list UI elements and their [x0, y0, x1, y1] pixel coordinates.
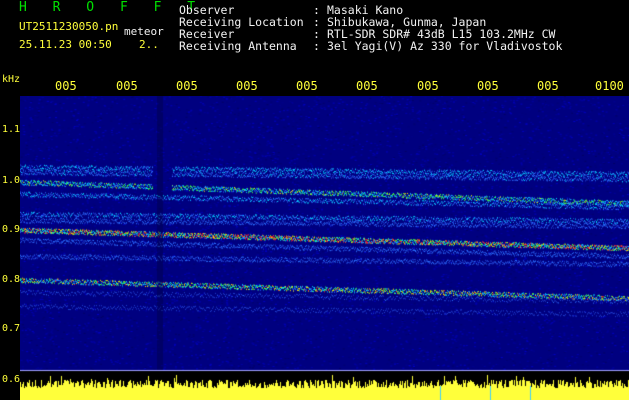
y-tick: 0.7: [2, 323, 21, 334]
x-tick: 0100: [595, 79, 624, 93]
x-tick: 005: [477, 79, 499, 93]
app-title: H R O F F T: [19, 0, 205, 15]
y-tick: 0.8: [2, 274, 21, 285]
y-tick: 0.9: [2, 224, 21, 235]
spectrogram-canvas: [20, 96, 629, 400]
x-tick: 005: [356, 79, 378, 93]
y-tick: 1.0: [2, 175, 21, 186]
event-counter: 2..: [139, 38, 159, 51]
file-name: UT2511230050.pn: [19, 20, 119, 33]
meta-key-antenna: Receiving Antenna: [179, 39, 297, 53]
meta-value-antenna: 3el Yagi(V) Az 330 for Vladivostok: [327, 39, 563, 53]
x-tick: 005: [296, 79, 318, 93]
y-tick: 1.1: [2, 124, 21, 135]
y-axis-unit: kHz: [2, 74, 21, 85]
x-tick: 005: [176, 79, 198, 93]
x-tick: 005: [537, 79, 559, 93]
x-tick: 005: [236, 79, 258, 93]
timestamp: 25.11.23 00:50: [19, 38, 112, 51]
y-tick: 0.6: [2, 374, 21, 385]
x-tick: 005: [116, 79, 138, 93]
meteor-label: meteor: [124, 25, 164, 38]
meta-separator: :: [313, 39, 320, 53]
hrofft-spectrogram-window: H R O F F T UT2511230050.pn meteor 25.11…: [0, 0, 629, 400]
x-tick: 005: [55, 79, 77, 93]
x-tick: 005: [417, 79, 439, 93]
